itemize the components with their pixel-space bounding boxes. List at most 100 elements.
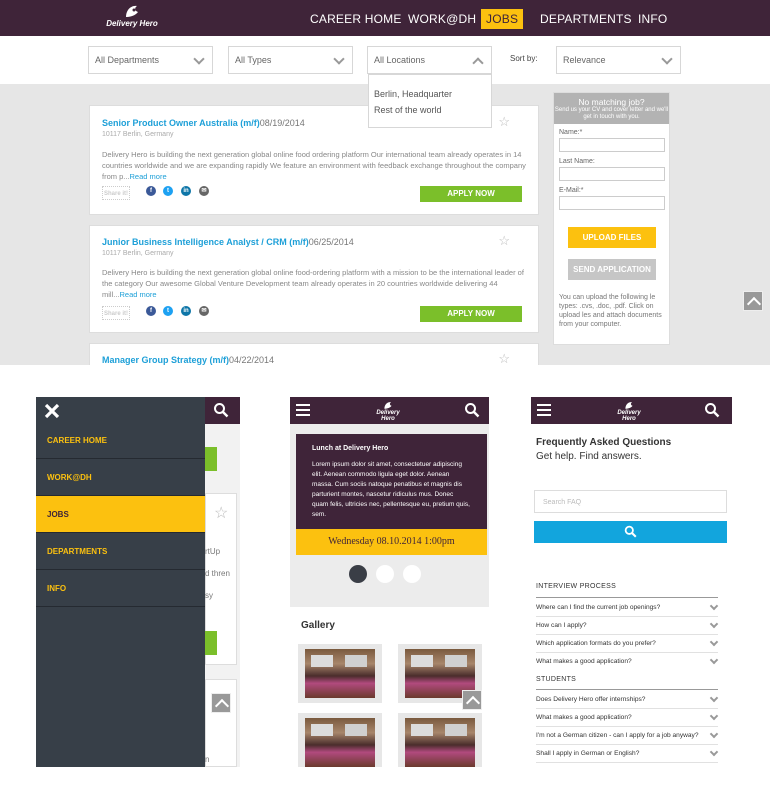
slider-dot-active[interactable] <box>349 565 367 583</box>
chevron-down-icon <box>709 711 719 721</box>
faq-search-button[interactable] <box>534 521 727 543</box>
name-field[interactable] <box>559 138 665 152</box>
main-nav: Delivery Hero CAREER HOME WORK@DH JOBS D… <box>0 0 770 36</box>
menu-icon[interactable] <box>296 404 310 416</box>
search-icon[interactable] <box>704 402 720 418</box>
job-card: Junior Business Intelligence Analyst / C… <box>89 225 539 333</box>
job-date: 04/22/2014 <box>229 355 275 365</box>
scroll-top-button[interactable] <box>211 693 231 713</box>
nav-departments[interactable]: DEPARTMENTS <box>535 9 637 29</box>
logo[interactable]: Delivery Hero <box>104 3 160 33</box>
nav-work-at-dh[interactable]: WORK@DH <box>403 9 481 29</box>
departments-select[interactable]: All Departments <box>88 46 213 74</box>
menu-icon[interactable] <box>537 404 551 416</box>
scroll-top-button[interactable] <box>743 291 763 311</box>
apply-now-button[interactable]: APPLY NOW <box>420 186 522 202</box>
sort-select-value: Relevance <box>563 55 606 65</box>
locations-select-value: All Locations <box>374 55 426 65</box>
application-sidebar: No matching job? Send us your CV and cov… <box>553 92 670 345</box>
faq-question[interactable]: Does Delivery Hero offer internships? <box>536 691 719 709</box>
mobile-logo[interactable]: Delivery Hero <box>370 401 406 422</box>
faq-subtitle: Get help. Find answers. <box>536 451 642 462</box>
star-icon[interactable]: ☆ <box>498 351 510 365</box>
star-icon[interactable]: ☆ <box>214 503 228 523</box>
logo-icon <box>126 5 138 17</box>
event-card[interactable]: Lunch at Delivery Hero Lorem ipsum dolor… <box>296 434 487 529</box>
job-title: Senior Product Owner Australia (m/f) <box>102 118 260 128</box>
send-application-button[interactable]: SEND APPLICATION <box>568 259 656 280</box>
menu-item-work-at-dh[interactable]: WORK@DH <box>36 459 205 496</box>
location-option[interactable]: Berlin, Headquarter <box>374 89 486 99</box>
chevron-down-icon <box>333 53 345 65</box>
slider-dot[interactable] <box>403 565 421 583</box>
twitter-icon[interactable]: t <box>163 306 173 316</box>
peek-text: n <box>205 755 210 764</box>
job-title-link[interactable]: Manager Group Strategy (m/f)04/22/2014 <box>102 355 274 365</box>
event-title: Lunch at Delivery Hero <box>312 445 389 452</box>
types-select[interactable]: All Types <box>228 46 353 74</box>
read-more-link[interactable]: Read more <box>120 290 157 299</box>
linkedin-icon[interactable]: in <box>181 186 191 196</box>
search-icon[interactable] <box>213 402 229 418</box>
menu-item-departments[interactable]: DEPARTMENTS <box>36 533 205 570</box>
upload-files-button[interactable]: UPLOAD FILES <box>568 227 656 248</box>
close-icon[interactable] <box>44 403 60 419</box>
locations-select[interactable]: All Locations <box>367 46 492 74</box>
chevron-down-icon <box>709 655 719 665</box>
gallery-thumbnail[interactable] <box>398 713 482 767</box>
sort-select[interactable]: Relevance <box>556 46 681 74</box>
twitter-icon[interactable]: t <box>163 186 173 196</box>
divider <box>536 597 718 598</box>
nav-career-home[interactable]: CAREER HOME <box>305 9 407 29</box>
linkedin-icon[interactable]: in <box>181 306 191 316</box>
faq-section-title: INTERVIEW PROCESS <box>536 583 617 590</box>
menu-item-career-home[interactable]: CAREER HOME <box>36 422 205 459</box>
chevron-down-icon <box>709 729 719 739</box>
apply-now-button[interactable]: APPLY NOW <box>420 306 522 322</box>
facebook-icon[interactable]: f <box>146 186 156 196</box>
chevron-down-icon <box>709 637 719 647</box>
logo-icon <box>384 402 392 409</box>
faq-question[interactable]: How can I apply? <box>536 617 719 635</box>
job-description: Delivery Hero is building the next gener… <box>102 267 527 300</box>
last-name-field[interactable] <box>559 167 665 181</box>
event-text: Lorem ipsum dolor sit amet, consectetuer… <box>312 461 470 518</box>
location-option[interactable]: Rest of the world <box>374 105 486 115</box>
gallery-photo <box>305 649 375 698</box>
faq-question[interactable]: What makes a good application? <box>536 653 719 671</box>
star-icon[interactable]: ☆ <box>498 114 510 130</box>
nav-info[interactable]: INFO <box>633 9 672 29</box>
menu-item-jobs[interactable]: JOBS <box>36 496 205 533</box>
locations-dropdown: Berlin, Headquarter Rest of the world <box>368 74 492 128</box>
logo-icon <box>625 402 633 409</box>
faq-question[interactable]: What makes a good application? <box>536 709 719 727</box>
mobile-home-screen: Delivery Hero Lunch at Delivery Hero Lor… <box>290 397 489 767</box>
faq-question[interactable]: Where can I find the current job opening… <box>536 599 719 617</box>
facebook-icon[interactable]: f <box>146 306 156 316</box>
faq-question[interactable]: Which application formats do you prefer? <box>536 635 719 653</box>
read-more-link[interactable]: Read more <box>130 172 167 181</box>
faq-question[interactable]: I'm not a German citizen - can I apply f… <box>536 727 719 745</box>
email-icon[interactable]: ✉ <box>199 186 209 196</box>
chevron-down-icon <box>709 619 719 629</box>
slider-dot[interactable] <box>376 565 394 583</box>
email-field[interactable] <box>559 196 665 210</box>
nav-jobs[interactable]: JOBS <box>481 9 524 29</box>
mobile-logo[interactable]: Delivery Hero <box>611 401 647 422</box>
sort-label: Sort by: <box>510 54 538 63</box>
scroll-top-button[interactable] <box>462 690 482 710</box>
apply-peek <box>205 447 217 471</box>
search-icon[interactable] <box>464 402 480 418</box>
faq-search-input[interactable]: Search FAQ <box>534 490 727 513</box>
gallery-thumbnail[interactable] <box>298 644 382 703</box>
gallery-thumbnail[interactable] <box>298 713 382 767</box>
logo-text: Delivery Hero <box>106 19 158 28</box>
job-title-link[interactable]: Junior Business Intelligence Analyst / C… <box>102 237 354 247</box>
job-description-text: Delivery Hero is building the next gener… <box>102 268 524 299</box>
star-icon[interactable]: ☆ <box>498 233 510 249</box>
menu-item-info[interactable]: INFO <box>36 570 205 607</box>
email-icon[interactable]: ✉ <box>199 306 209 316</box>
job-title-link[interactable]: Senior Product Owner Australia (m/f)08/1… <box>102 118 305 128</box>
share-label: Share it! <box>102 186 130 200</box>
faq-question[interactable]: Shall I apply in German or English? <box>536 745 719 763</box>
